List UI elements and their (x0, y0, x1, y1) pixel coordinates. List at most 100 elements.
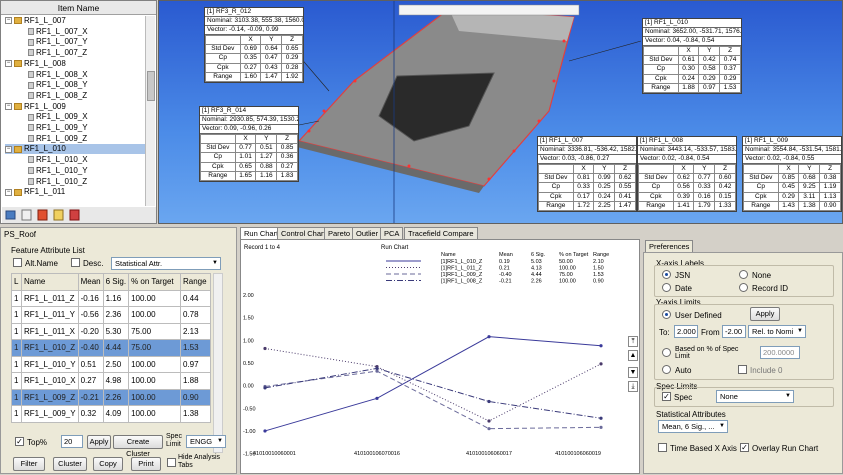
tree-item[interactable]: − RF1_L_011 (5, 187, 146, 197)
column-header[interactable]: Range (180, 273, 211, 291)
card-row: Std Dev 0.77 0.51 0.85 (200, 143, 298, 154)
top-percent-checkbox[interactable]: ✓ (15, 437, 24, 446)
card-row: Std Dev 0.81 0.99 0.62 (538, 173, 636, 184)
include-zero-checkbox[interactable] (738, 365, 747, 374)
from-input[interactable]: -2.00 (722, 325, 746, 338)
alt-name-checkbox[interactable] (13, 258, 22, 267)
print-button[interactable]: Print (131, 457, 161, 471)
tree-item[interactable]: RF1_L_007_X (19, 27, 146, 37)
xaxis-none-label: None (752, 271, 772, 280)
legend-series-name: [1]RF1_L_009_Z (441, 272, 483, 278)
yaxis-apply-button[interactable]: Apply (750, 307, 780, 321)
tab-tracefield-compare[interactable]: Tracefield Compare (404, 227, 478, 239)
tree-item-label: RF1_L_008_X (36, 69, 88, 79)
tree-item[interactable]: RF1_L_009_X (19, 112, 146, 122)
column-header[interactable]: Mean (77, 273, 104, 291)
tree-item[interactable]: RF1_L_007_Y (19, 37, 146, 47)
nav-first-icon[interactable]: ⤒ (628, 336, 638, 347)
tree-item[interactable]: RF1_L_008_X (19, 70, 146, 80)
table-row[interactable]: 1 RF1_L_011_Y -0.56 2.36 100.00 0.78 (11, 306, 211, 324)
tree-item-label: RF1_L_010_Y (36, 165, 88, 175)
expand-toggle-icon[interactable]: − (5, 60, 12, 68)
tree-item[interactable]: RF1_L_009_Z (19, 134, 146, 144)
table-row[interactable]: 1 RF1_L_010_Y 0.51 2.50 100.00 0.97 (11, 355, 211, 373)
expand-toggle-icon[interactable]: − (5, 188, 12, 196)
card-cell: 0.77 (234, 143, 257, 154)
copy-button[interactable]: Copy (93, 457, 123, 471)
tree-item[interactable]: RF1_L_010_Z (19, 177, 146, 187)
tab-pareto[interactable]: Pareto (324, 227, 355, 239)
expand-toggle-icon[interactable]: − (5, 145, 12, 153)
filter-button[interactable]: Filter (13, 457, 45, 471)
feature-table-scrollbar[interactable] (213, 273, 223, 453)
xaxis-jsn-radio[interactable] (662, 270, 671, 279)
nav-last-icon[interactable]: ⤓ (628, 381, 638, 392)
tree-item[interactable]: RF1_L_010_X (19, 155, 146, 165)
rel-nominal-select[interactable]: Rel. to Nomi ▼ (748, 325, 806, 338)
based-on-radio[interactable] (662, 348, 671, 357)
based-on-input[interactable]: 200.0000 (760, 346, 800, 359)
column-header[interactable]: 6 Sig. (102, 273, 130, 291)
tree-item[interactable]: − RF1_L_009 (5, 102, 146, 112)
tree-item[interactable]: RF1_L_007_Z (19, 48, 146, 58)
stat-attrs-select[interactable]: Mean, 6 Sig., ... ▼ (658, 420, 728, 433)
table-cell: RF1_L_011_Z (20, 289, 79, 307)
hide-tabs-checkbox[interactable] (167, 458, 176, 467)
tree-scrollbar[interactable] (145, 16, 155, 206)
hide-tabs-label: Hide Analysis Tabs (178, 454, 221, 469)
xaxis-record-radio[interactable] (739, 283, 748, 292)
legend-target: 100.00 (559, 279, 576, 285)
tab-pca[interactable]: PCA (380, 227, 404, 239)
table-row[interactable]: 1 RF1_L_010_X 0.27 4.98 100.00 1.88 (11, 372, 211, 390)
column-header[interactable]: Name (20, 273, 79, 291)
time-based-checkbox[interactable] (658, 443, 667, 452)
column-header[interactable]: % on Target (128, 273, 181, 291)
nav-up-icon[interactable]: ▲ (628, 350, 638, 361)
nav-down-icon[interactable]: ▼ (628, 367, 638, 378)
spec-checkbox[interactable]: ✓ (662, 392, 671, 401)
expand-toggle-icon[interactable]: − (5, 17, 12, 25)
tree-item[interactable]: − RF1_L_007 (5, 16, 146, 26)
card-row-label: Cpk (638, 191, 674, 202)
3d-viewport[interactable]: [1] RF3_R_012 Nominal: 3103.38, 555.38, 1… (158, 0, 843, 224)
tree-item[interactable]: RF1_L_009_Y (19, 123, 146, 133)
table-cell: 1.38 (180, 405, 211, 423)
xaxis-date-radio[interactable] (662, 283, 671, 292)
spec-select[interactable]: None ▼ (716, 390, 794, 403)
expand-toggle-icon[interactable]: − (5, 102, 12, 110)
create-cluster-button[interactable]: Create Cluster (113, 435, 163, 458)
tree-item[interactable]: RF1_L_010_Y (19, 166, 146, 176)
xaxis-none-radio[interactable] (739, 270, 748, 279)
table-row[interactable]: 1 RF1_L_011_Z -0.16 1.16 100.00 0.44 (11, 289, 211, 307)
spec-limit-select[interactable]: ENGG ▼ (186, 435, 226, 448)
table-row[interactable]: 1 RF1_L_009_Z -0.21 2.26 100.00 0.90 (11, 388, 211, 406)
cluster-button[interactable]: Cluster (53, 457, 87, 471)
card-col-header: Y (693, 163, 716, 175)
tab-outlier[interactable]: Outlier (352, 227, 383, 239)
tree-toolbar-icons[interactable] (2, 207, 156, 223)
tree-scroll-thumb[interactable] (147, 71, 155, 101)
user-defined-radio[interactable] (662, 310, 671, 319)
card-title: [1] RF1_L_007 (538, 137, 636, 146)
top-percent-label: Top% (27, 438, 48, 447)
stat-attr-select[interactable]: Statistical Attr. ▼ (111, 257, 221, 270)
tree-item[interactable]: RF1_L_008_Y (19, 80, 146, 90)
tree-item[interactable]: RF1_L_008_Z (19, 91, 146, 101)
overlay-checkbox[interactable]: ✓ (740, 443, 749, 452)
card-cell: 1.65 (234, 170, 257, 182)
table-row[interactable]: 1 RF1_L_010_Z -0.40 4.44 75.00 1.53 (11, 339, 211, 357)
table-row[interactable]: 1 RF1_L_011_X -0.20 5.30 75.00 2.13 (11, 322, 211, 340)
auto-label: Auto (675, 366, 692, 375)
tab-control-chart[interactable]: Control Chart (277, 227, 330, 239)
tree-item[interactable]: − RF1_L_010 (5, 144, 146, 155)
tree-item[interactable]: − RF1_L_008 (5, 59, 146, 69)
card-vector: Vector: 0.04, -0.84, 0.54 (643, 37, 741, 46)
column-header[interactable]: L (11, 273, 22, 291)
auto-radio[interactable] (662, 365, 671, 374)
desc-checkbox[interactable] (71, 258, 80, 267)
top-percent-input[interactable]: 20 (61, 435, 83, 448)
to-input[interactable]: 2.000 (674, 325, 698, 338)
series-line (264, 370, 602, 430)
table-row[interactable]: 1 RF1_L_009_Y 0.32 4.09 100.00 1.38 (11, 405, 211, 423)
apply-top-button[interactable]: Apply (87, 435, 111, 449)
